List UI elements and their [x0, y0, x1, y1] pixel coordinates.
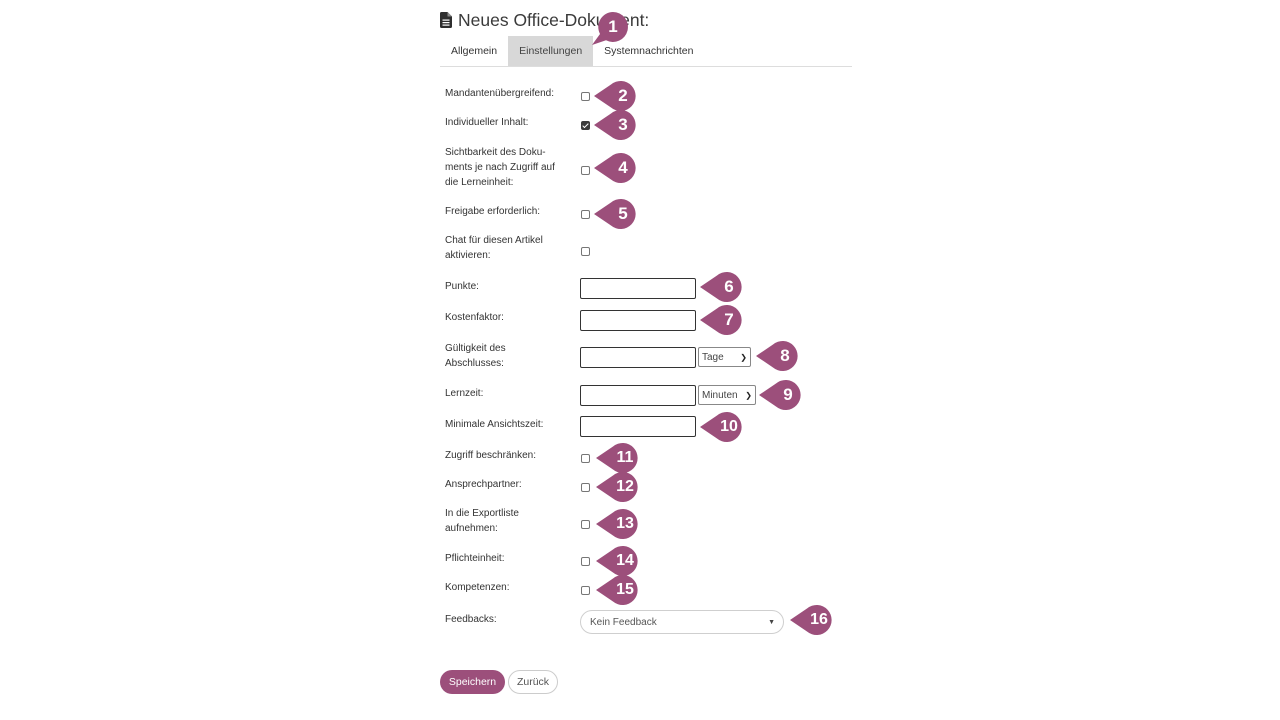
callout-marker: 16: [790, 604, 834, 636]
label-freigabe: Freigabe erforderlich:: [445, 206, 541, 217]
ansichtszeit-input[interactable]: [580, 416, 696, 437]
callout-marker: 12: [596, 471, 640, 503]
label-punkte: Punkte:: [445, 281, 479, 292]
callout-marker: 7: [700, 304, 744, 336]
callout-marker: 4: [594, 152, 638, 184]
label-feedbacks: Feedbacks:: [445, 614, 497, 625]
chevron-down-icon: ❯: [745, 390, 752, 400]
document-icon: [440, 12, 452, 28]
label-individuell: Individueller Inhalt:: [445, 117, 529, 128]
lernzeit-input[interactable]: [580, 385, 696, 406]
callout-marker: 10: [700, 411, 744, 443]
kostenfaktor-input[interactable]: [580, 310, 696, 331]
gueltigkeit-input[interactable]: [580, 347, 696, 368]
label-ansprechpartner: Ansprechpartner:: [445, 479, 522, 490]
tab-bar: Allgemein Einstellungen Systemnachrichte…: [440, 36, 852, 67]
label-zugriff: Zugriff beschränken:: [445, 450, 536, 461]
callout-marker-number: 8: [780, 346, 790, 365]
punkte-input[interactable]: [580, 278, 696, 299]
callout-marker: 5: [594, 198, 638, 230]
callout-marker-number: 7: [724, 310, 734, 329]
callout-marker: 1: [584, 12, 628, 46]
label-mandanten: Mandantenübergreifend:: [445, 88, 554, 99]
callout-marker-number: 9: [783, 385, 793, 404]
checkbox-exportliste[interactable]: [581, 520, 590, 529]
checkbox-zugriff[interactable]: [581, 454, 590, 463]
feedback-select-value: Kein Feedback: [590, 616, 657, 628]
label-kompetenzen: Kompetenzen:: [445, 582, 510, 593]
callout-marker: 15: [596, 574, 640, 606]
callout-marker-number: 16: [810, 611, 828, 628]
save-button[interactable]: Speichern: [440, 670, 505, 694]
callout-marker: 6: [700, 271, 744, 303]
label-sichtbarkeit: Sichtbarkeit des Doku- ments je nach Zug…: [445, 147, 555, 188]
callout-marker-number: 3: [618, 115, 628, 134]
back-button[interactable]: Zurück: [508, 670, 558, 694]
checkbox-freigabe[interactable]: [581, 210, 590, 219]
checkbox-mandanten[interactable]: [581, 92, 590, 101]
checkbox-chat[interactable]: [581, 247, 590, 256]
label-kostenfaktor: Kostenfaktor:: [445, 312, 504, 323]
checkbox-pflicht[interactable]: [581, 557, 590, 566]
tab-einstellungen[interactable]: Einstellungen: [508, 36, 594, 66]
gueltigkeit-unit-select[interactable]: Tage ❯: [698, 347, 751, 367]
callout-marker-number: 1: [608, 17, 618, 36]
label-ansichtszeit: Minimale Ansichtszeit:: [445, 419, 544, 430]
checkbox-sichtbarkeit[interactable]: [581, 166, 590, 175]
label-chat: Chat für diesen Artikel aktivieren:: [445, 235, 543, 261]
callout-marker-number: 15: [616, 581, 634, 598]
tab-allgemein[interactable]: Allgemein: [440, 36, 508, 66]
callout-marker-number: 12: [616, 478, 634, 495]
callout-marker: 3: [594, 109, 638, 141]
callout-marker-number: 6: [724, 277, 734, 296]
callout-marker: 14: [596, 545, 640, 577]
callout-marker: 11: [596, 442, 640, 474]
callout-marker: 2: [594, 80, 638, 112]
lernzeit-unit-select[interactable]: Minuten ❯: [698, 385, 756, 405]
callout-marker: 13: [596, 508, 640, 540]
label-exportliste: In die Exportliste aufnehmen:: [445, 508, 519, 534]
feedback-select[interactable]: Kein Feedback ▼: [580, 610, 784, 634]
callout-marker: 9: [759, 379, 803, 411]
callout-marker-number: 11: [616, 449, 634, 466]
label-gueltigkeit: Gültigkeit des Abschlusses:: [445, 343, 506, 369]
callout-marker-number: 13: [616, 515, 634, 532]
callout-marker-number: 5: [618, 204, 628, 223]
callout-marker-number: 2: [618, 86, 628, 105]
checkbox-kompetenzen[interactable]: [581, 586, 590, 595]
gueltigkeit-unit-value: Tage: [702, 351, 724, 363]
lernzeit-unit-value: Minuten: [702, 389, 738, 401]
caret-down-icon: ▼: [768, 618, 775, 626]
label-pflicht: Pflichteinheit:: [445, 553, 505, 564]
callout-marker: 8: [756, 340, 800, 372]
callout-marker-number: 10: [720, 418, 738, 435]
chevron-down-icon: ❯: [740, 352, 747, 362]
callout-marker-number: 4: [618, 158, 628, 177]
callout-marker-number: 14: [616, 552, 634, 569]
checkbox-individuell[interactable]: [581, 121, 590, 130]
checkbox-ansprechpartner[interactable]: [581, 483, 590, 492]
label-lernzeit: Lernzeit:: [445, 388, 484, 399]
